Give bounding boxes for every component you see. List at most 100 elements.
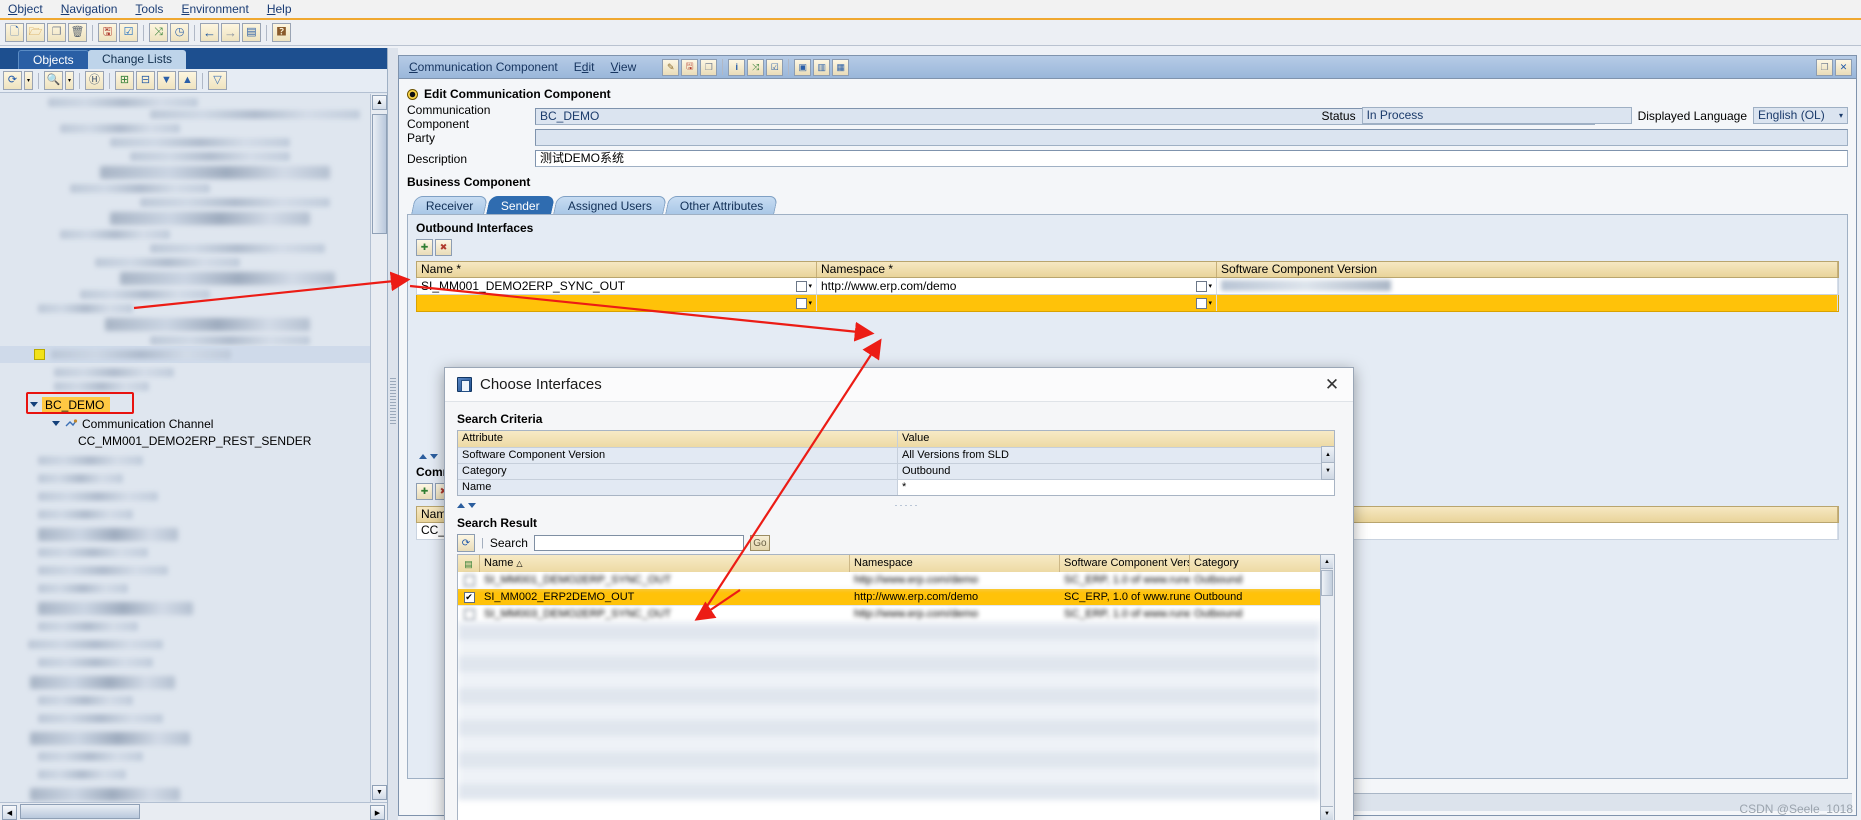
chevron-down-icon[interactable]: ▾ [1208,300,1212,307]
scroll-down-button[interactable]: ▼ [1322,463,1334,479]
tree-node-communication-channel[interactable]: Communication Channel [0,415,370,432]
editor-menu-communication-component[interactable]: Communication Component [409,60,558,74]
find-next-icon[interactable]: Ⓗ [85,71,104,90]
expand-arrow-icon[interactable] [52,421,60,426]
criteria-value[interactable]: Outbound [898,464,1334,479]
edit-pencil-icon[interactable]: ✎ [662,58,680,76]
window-3-icon[interactable]: ▦ [832,58,850,76]
close-window-icon[interactable]: ✕ [1835,58,1852,76]
delete-icon[interactable]: 🗑 [68,23,87,42]
collapse-up-icon[interactable] [457,502,465,508]
history-icon[interactable]: ◷ [170,23,189,42]
collapse-all-icon[interactable]: ▲ [178,71,197,90]
tree-row-blurred[interactable] [0,346,370,363]
editor-menu-view[interactable]: View [610,60,636,74]
expand-arrow-icon[interactable] [30,402,38,407]
forward-icon[interactable]: → [221,23,240,42]
collapse-up-icon[interactable] [419,453,427,459]
row-checkbox[interactable] [463,608,475,620]
column-header-namespace[interactable]: Namespace [850,555,1060,572]
navigation-vertical-scrollbar[interactable]: ▲ ▼ [370,94,387,802]
refresh-icon[interactable]: ⟳ [457,534,475,552]
restore-window-icon[interactable]: ❐ [1816,58,1833,76]
menu-item-help[interactable]: Help [267,2,292,16]
table-row[interactable]: Software Component Version All Versions … [458,447,1334,463]
expand-subtree-icon[interactable]: ⊞ [115,71,134,90]
scroll-down-button[interactable]: ▼ [1321,806,1333,820]
copy-icon[interactable]: ❐ [47,23,66,42]
table-row[interactable]: SI_MM003_DEMO2ERP_SYNC_OUT http://www.er… [458,606,1334,623]
row-checkbox[interactable] [463,574,475,586]
tab-sender[interactable]: Sender [486,196,556,215]
criteria-value[interactable]: All Versions from SLD [898,448,1334,463]
user-icon[interactable]: 🯄 [272,23,291,42]
scroll-thumb[interactable] [1321,570,1333,596]
refresh-icon[interactable]: ⟳ [3,71,22,90]
chevron-down-icon[interactable]: ▾ [808,300,812,307]
chevron-down-icon[interactable]: ▾ [1839,108,1843,123]
refresh-dropdown-icon[interactable]: ▾ [24,71,33,90]
where-used-icon[interactable]: ⤨ [747,58,765,76]
scroll-thumb-horizontal[interactable] [20,804,140,819]
table-row[interactable]: SI_MM001_DEMO2ERP_SYNC_OUT http://www.er… [458,572,1334,589]
result-scrollbar[interactable]: ▲ ▼ [1320,555,1334,820]
menu-item-environment[interactable]: Environment [181,2,248,16]
splitter-grip[interactable] [390,378,396,424]
go-button[interactable]: Go [749,535,770,551]
scroll-right-button[interactable]: ▶ [370,805,385,820]
panel-splitter[interactable] [388,48,398,820]
filter-icon[interactable]: ▽ [208,71,227,90]
menu-item-navigation[interactable]: Navigation [61,2,118,16]
table-row[interactable]: Category Outbound [458,463,1334,479]
table-row[interactable]: Name * [458,479,1334,495]
insert-row-icon[interactable]: ✚ [416,483,433,500]
collapse-subtree-icon[interactable]: ⊟ [136,71,155,90]
tab-receiver[interactable]: Receiver [410,196,489,215]
search-input[interactable] [533,535,744,551]
new-icon[interactable]: 🗋 [5,23,24,42]
value-help-icon[interactable] [796,280,808,292]
table-row[interactable]: SI_MM001_DEMO2ERP_SYNC_OUT ▾ http://www.… [416,278,1839,295]
collapse-down-icon[interactable] [468,502,476,508]
column-header-software-component-version[interactable]: Software Component Version [1217,262,1838,277]
column-header-namespace[interactable]: Namespace * [817,262,1217,277]
scroll-left-button[interactable]: ◀ [2,805,17,820]
back-icon[interactable]: ← [200,23,219,42]
editor-menu-edit[interactable]: Edit [574,60,595,74]
where-used-icon[interactable]: ⤨ [149,23,168,42]
row-checkbox[interactable]: ✔ [463,591,475,603]
list-icon[interactable]: ▤ [242,23,261,42]
scroll-up-button[interactable]: ▲ [1321,555,1333,569]
chevron-down-icon[interactable]: ▾ [808,283,812,290]
info-icon[interactable]: i [728,58,746,76]
value-help-icon[interactable] [1196,297,1208,309]
scroll-up-button[interactable]: ▲ [1322,447,1334,463]
column-header-name[interactable]: Name △ [480,555,850,572]
scroll-thumb[interactable] [372,114,387,234]
criteria-value[interactable]: * [898,480,1334,495]
tab-change-lists[interactable]: Change Lists [88,50,187,69]
delete-row-icon[interactable]: ✖ [435,239,452,256]
tree-node-cc-mm001[interactable]: CC_MM001_DEMO2ERP_REST_SENDER [0,432,370,449]
column-header-value[interactable]: Value [898,431,1334,447]
column-header-name[interactable]: Name * [417,262,817,277]
tree-node-bc-demo[interactable]: BC_DEMO [0,396,370,413]
save-icon[interactable]: 🖫 [681,58,699,76]
party-input[interactable] [535,129,1848,146]
check-object-icon[interactable]: ☑ [119,23,138,42]
criteria-scrollbar[interactable]: ▲ ▼ [1321,446,1335,480]
expand-all-icon[interactable]: ▼ [157,71,176,90]
check-icon[interactable]: ☑ [766,58,784,76]
copy-icon[interactable]: ❐ [700,58,718,76]
description-input[interactable]: 测试DEMO系统 [535,150,1848,167]
collapse-down-icon[interactable] [430,453,438,459]
tab-objects[interactable]: Objects [18,50,89,69]
find-icon[interactable]: 🔍 [44,71,63,90]
insert-row-icon[interactable]: ✚ [416,239,433,256]
chevron-down-icon[interactable]: ▾ [1208,283,1212,290]
column-header-attribute[interactable]: Attribute [458,431,898,447]
table-row[interactable]: ▾ ▾ [416,295,1839,312]
value-help-icon[interactable] [1196,280,1208,292]
window-1-icon[interactable]: ▣ [794,58,812,76]
dialog-splitter[interactable]: ····· [457,500,1335,510]
